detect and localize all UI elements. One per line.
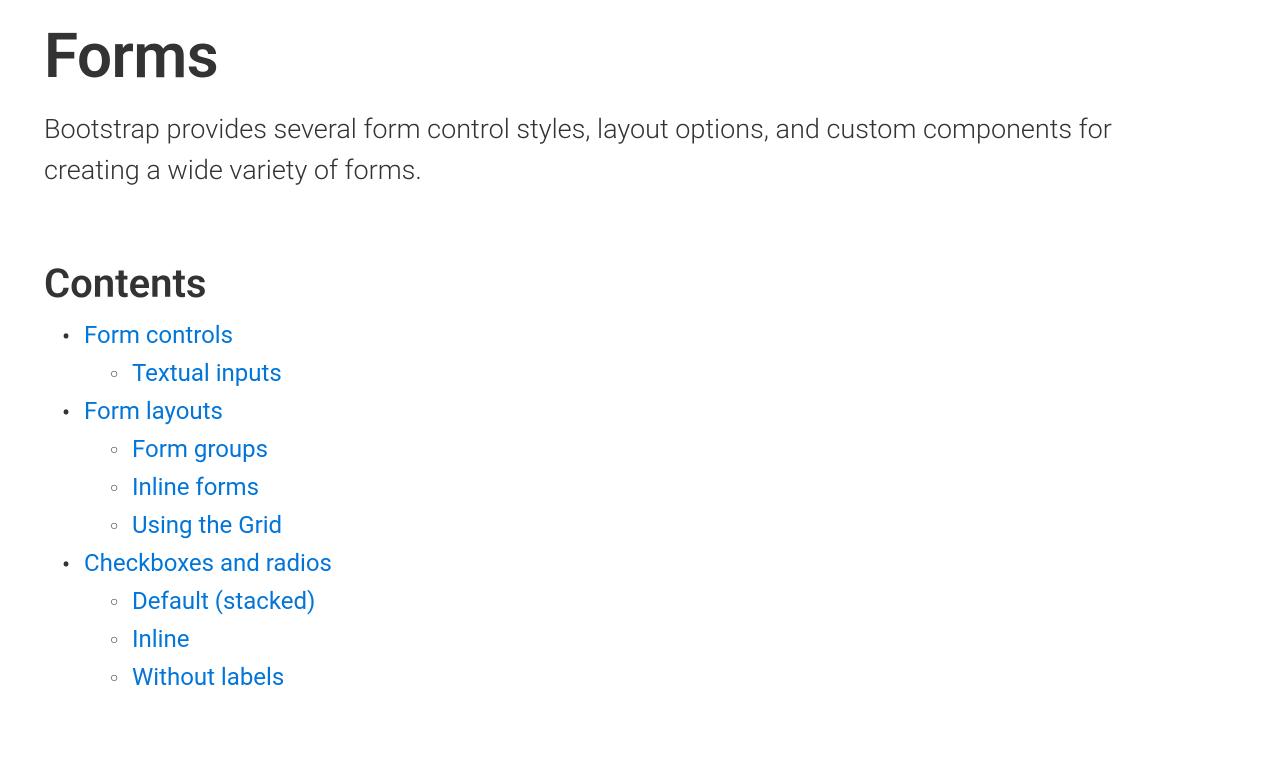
toc-subitem: Without labels [132, 663, 1220, 691]
toc-link-using-the-grid[interactable]: Using the Grid [132, 511, 282, 539]
toc-link-form-groups[interactable]: Form groups [132, 435, 268, 463]
toc-subitem: Inline [132, 625, 1220, 653]
toc-sublist: Textual inputs [84, 359, 1220, 387]
toc-link-form-layouts[interactable]: Form layouts [84, 397, 223, 425]
toc-sublist: Default (stacked) Inline Without labels [84, 587, 1220, 691]
toc-subitem: Inline forms [132, 473, 1220, 501]
toc-link-without-labels[interactable]: Without labels [132, 663, 284, 691]
toc-subitem: Form groups [132, 435, 1220, 463]
toc-subitem: Default (stacked) [132, 587, 1220, 615]
toc-link-inline[interactable]: Inline [132, 625, 189, 653]
toc-sublist: Form groups Inline forms Using the Grid [84, 435, 1220, 539]
toc-link-inline-forms[interactable]: Inline forms [132, 473, 259, 501]
toc-subitem: Using the Grid [132, 511, 1220, 539]
toc-link-checkboxes-and-radios[interactable]: Checkboxes and radios [84, 549, 332, 577]
toc-link-textual-inputs[interactable]: Textual inputs [132, 359, 282, 387]
toc-item: Checkboxes and radios Default (stacked) … [84, 549, 1220, 691]
contents-heading: Contents [44, 260, 1220, 307]
toc-link-default-stacked[interactable]: Default (stacked) [132, 587, 315, 615]
toc-item: Form layouts Form groups Inline forms Us… [84, 397, 1220, 539]
page-lead: Bootstrap provides several form control … [44, 109, 1194, 190]
toc-subitem: Textual inputs [132, 359, 1220, 387]
page-title: Forms [44, 20, 1220, 93]
toc-list: Form controls Textual inputs Form layout… [44, 321, 1220, 691]
toc-link-form-controls[interactable]: Form controls [84, 321, 233, 349]
toc-item: Form controls Textual inputs [84, 321, 1220, 387]
